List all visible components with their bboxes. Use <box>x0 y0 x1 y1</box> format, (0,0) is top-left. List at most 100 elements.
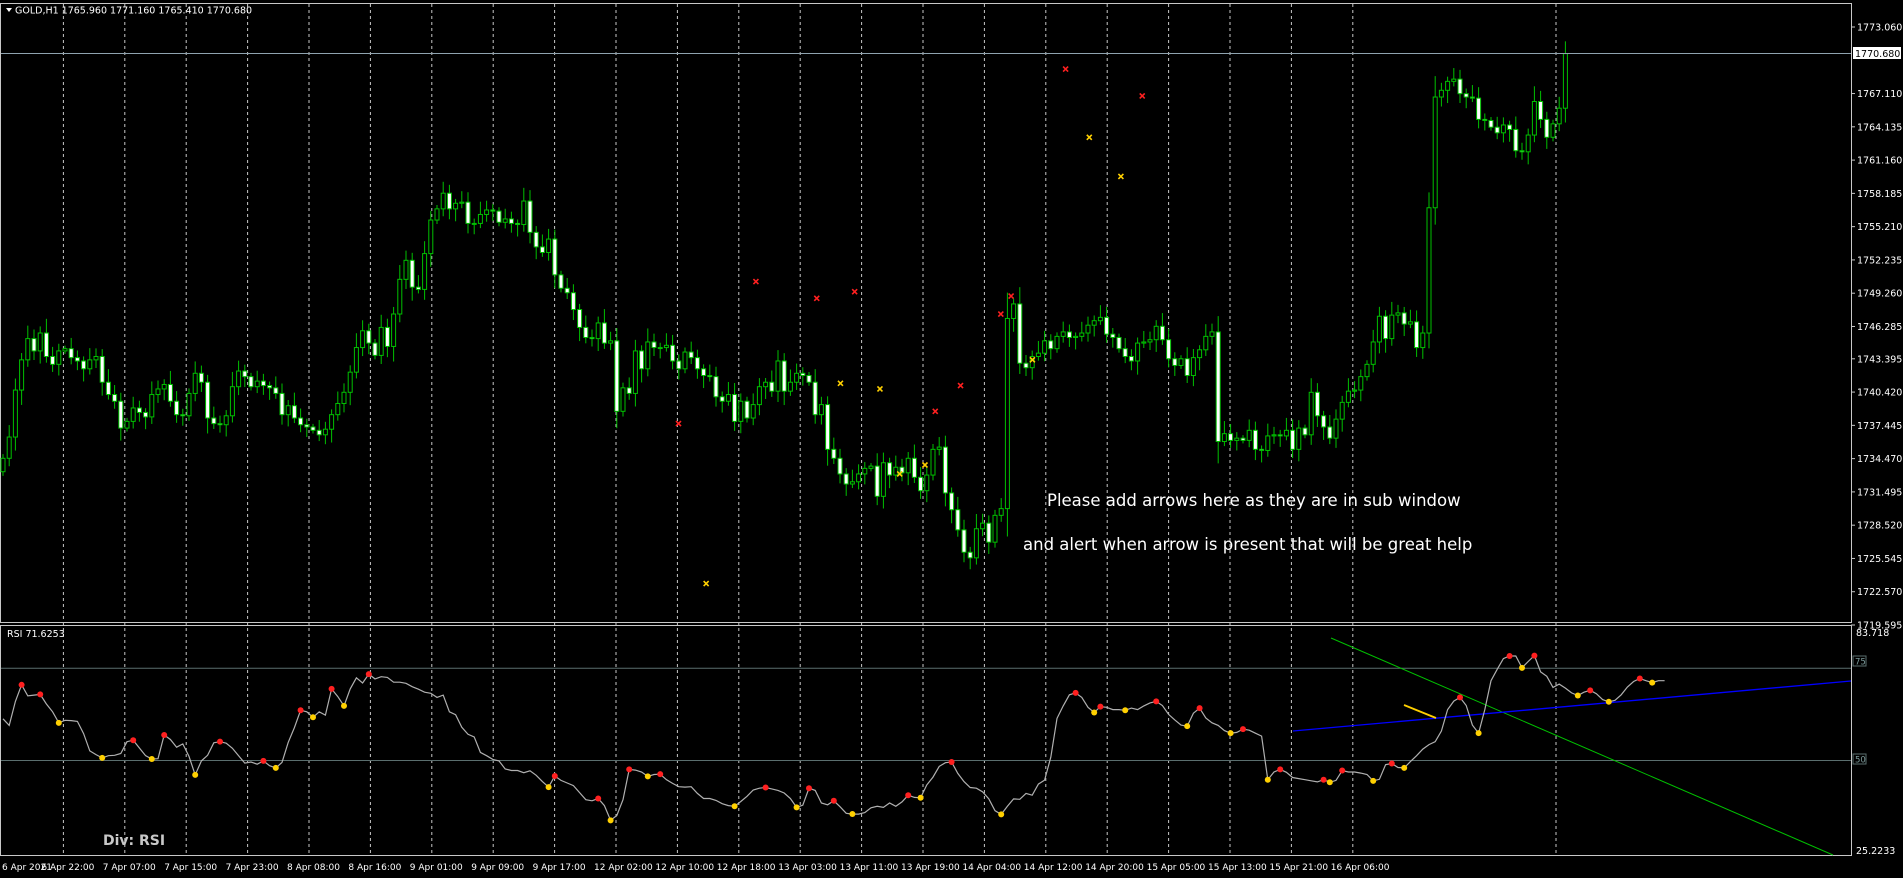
candle-body <box>515 222 521 226</box>
candle-body <box>539 246 545 253</box>
candle-body <box>1054 335 1060 350</box>
time-label: 9 Apr 01:00 <box>410 863 463 873</box>
rsi-trough-dot <box>917 794 924 801</box>
candle-body <box>1358 376 1364 391</box>
rsi-peak-dot <box>161 732 168 739</box>
candle-body <box>229 386 235 417</box>
candle-body <box>1314 391 1320 417</box>
rsi-peak-dot <box>1153 698 1160 705</box>
candle-body <box>911 457 917 478</box>
price-label: 1767.110 <box>1857 89 1902 100</box>
candle-body <box>1420 332 1426 349</box>
candle-body <box>632 350 638 394</box>
candle-body <box>1469 96 1475 99</box>
candle-body <box>384 326 390 347</box>
candle-body <box>167 383 173 402</box>
time-label: 14 Apr 20:00 <box>1085 863 1144 873</box>
candle-body <box>1432 96 1438 209</box>
candle-body <box>1097 316 1103 322</box>
candle-body <box>936 446 942 450</box>
candle-body <box>155 388 161 396</box>
candle-body <box>186 392 192 417</box>
candle-body <box>1525 134 1531 153</box>
candle-body <box>843 473 849 485</box>
candle-body <box>676 360 682 370</box>
rsi-peak-dot <box>1072 689 1079 696</box>
rsi-trough-dot <box>644 773 651 780</box>
candle-body <box>465 201 471 224</box>
candle-body <box>403 259 409 280</box>
candle-body <box>1321 415 1327 428</box>
candle-body <box>1004 317 1010 510</box>
candle-body <box>980 522 986 530</box>
candle-body <box>496 210 502 223</box>
rsi-trough-dot <box>310 714 316 721</box>
time-label: 12 Apr 18:00 <box>717 863 776 873</box>
candle-body <box>781 360 787 392</box>
candle-body <box>304 424 310 428</box>
candle-body <box>558 274 564 289</box>
candle-body <box>1457 78 1463 95</box>
candle-body <box>967 551 973 559</box>
rsi-trough-dot <box>1605 698 1612 705</box>
candle-body <box>719 396 725 402</box>
price-label: 1743.395 <box>1857 354 1902 365</box>
candle-body <box>1017 303 1023 364</box>
candle-body <box>93 356 99 361</box>
time-label: 9 Apr 09:00 <box>471 863 524 873</box>
candle-body <box>87 359 93 370</box>
price-label: 1773.060 <box>1857 23 1902 34</box>
time-label: 13 Apr 19:00 <box>901 863 960 873</box>
rsi-peak-dot <box>328 685 335 692</box>
candle-body <box>291 405 297 419</box>
candle-body <box>1476 97 1482 120</box>
candle-body <box>223 415 229 426</box>
candle-body <box>769 381 775 392</box>
candle-body <box>1197 349 1203 359</box>
candle-body <box>1265 435 1271 451</box>
candle-body <box>174 400 180 416</box>
rsi-trough-dot <box>341 702 347 709</box>
candle-body <box>130 407 136 422</box>
rsi-trough-dot <box>849 811 856 818</box>
candle-body <box>1153 325 1159 341</box>
candle-body <box>1451 78 1457 82</box>
candle-body <box>366 330 372 344</box>
candle-body <box>998 508 1004 516</box>
candle-body <box>446 192 452 210</box>
candle-body <box>1507 124 1513 130</box>
candle-body <box>546 238 552 253</box>
candle-body <box>316 429 322 436</box>
rsi-trough-dot <box>545 784 552 791</box>
rsi-peak-dot <box>1196 705 1203 712</box>
candle-body <box>1438 89 1444 98</box>
rsi-peak-dot <box>37 691 44 698</box>
rsi-peak-dot <box>948 758 955 765</box>
price-label: 1725.545 <box>1857 554 1902 565</box>
candle-body <box>1066 331 1072 338</box>
candle-body <box>620 387 626 412</box>
candle-body <box>422 253 428 290</box>
candle-body <box>180 414 186 417</box>
time-axis: 6 Apr 20216 Apr 22:00 7 Apr 07:00 7 Apr 15… <box>2 863 1390 873</box>
candle-body <box>198 372 204 383</box>
price-label: 1755.210 <box>1857 222 1902 233</box>
candle-body <box>527 200 533 233</box>
candle-body <box>434 208 440 221</box>
price-label: 1737.445 <box>1857 421 1902 432</box>
candle-body <box>1401 312 1407 325</box>
candle-body <box>397 278 403 315</box>
rsi-trough-dot <box>1519 664 1525 671</box>
rsi-peak-dot <box>217 738 223 745</box>
candle-body <box>1494 126 1500 134</box>
chart-canvas[interactable]: 1773.060 1767.110 1764.135 1761.160 1758.185… <box>0 0 1903 878</box>
candle-body <box>583 326 589 338</box>
candle-body <box>1209 331 1215 337</box>
candle-body <box>1091 320 1097 326</box>
rsi-trough-dot <box>1574 692 1581 699</box>
candle-body <box>670 344 676 362</box>
time-label: 7 Apr 23:00 <box>226 863 279 873</box>
candle-body <box>707 375 713 378</box>
rsi-peak-dot <box>762 784 769 791</box>
candle-body <box>942 446 948 494</box>
